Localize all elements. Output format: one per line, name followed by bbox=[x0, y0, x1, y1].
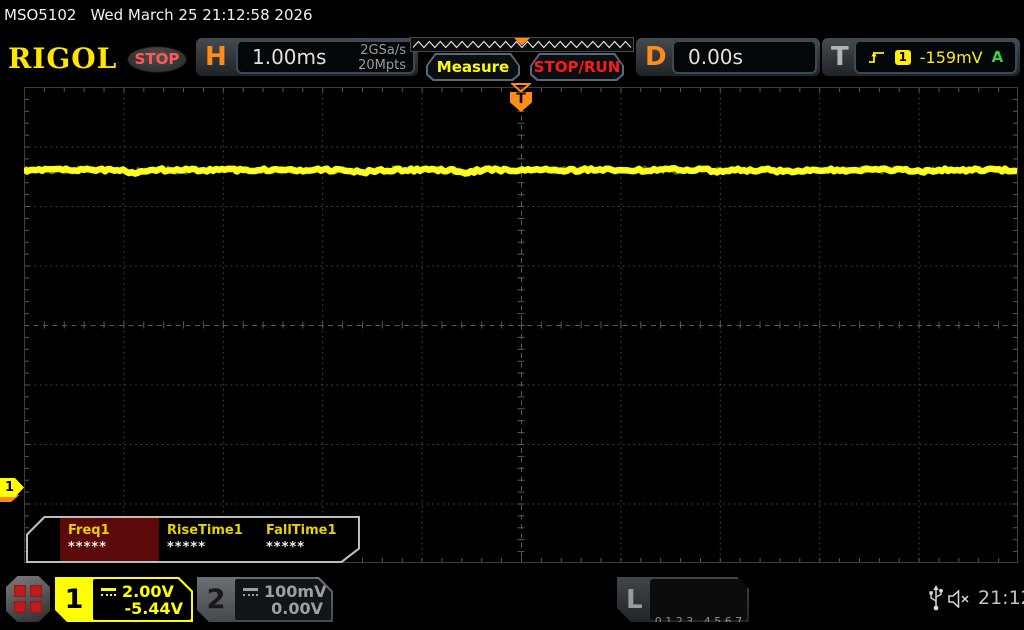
model-name: MSO5102 bbox=[4, 6, 77, 24]
datetime-text: Wed March 25 21:12:58 2026 bbox=[90, 6, 313, 24]
horizontal-label: H bbox=[205, 42, 227, 72]
delay-value: 0.00s bbox=[688, 45, 743, 69]
logic-analyzer-block[interactable]: L 0 1 2 3 4 5 6 7 8 9 10 11 12 13 14 15 bbox=[617, 577, 749, 622]
channel1-offset: -5.44V bbox=[124, 599, 183, 618]
trigger-block[interactable]: T 1 -159mV A bbox=[822, 38, 1020, 76]
logic-label: L bbox=[626, 584, 643, 615]
rigol-logo: RIGOL bbox=[8, 42, 118, 75]
dc-coupling-icon bbox=[243, 588, 258, 596]
measurement-value: ***** bbox=[266, 540, 305, 555]
measurement-panel-inner: Freq1 ***** RiseTime1 ***** FallTime1 **… bbox=[28, 518, 358, 561]
measurement-panel: Freq1 ***** RiseTime1 ***** FallTime1 **… bbox=[26, 516, 360, 563]
oscilloscope-screen: MSO5102 Wed March 25 21:12:58 2026 RIGOL … bbox=[0, 0, 1024, 630]
trigger-sweep-mode: A bbox=[991, 48, 1004, 66]
clock: 21:12 bbox=[978, 587, 1024, 609]
measurement-label: FallTime1 bbox=[266, 523, 337, 538]
channel2-panel: 100mV 0.00V bbox=[235, 579, 331, 620]
sample-rate: 2GSa/s bbox=[360, 43, 406, 58]
logic-channels-panel: 0 1 2 3 4 5 6 7 8 9 10 11 12 13 14 15 bbox=[650, 579, 747, 620]
trigger-level-value: -159mV bbox=[919, 47, 983, 67]
channel1-panel: 2.00V -5.44V bbox=[93, 579, 191, 620]
trigger-source-badge: 1 bbox=[894, 49, 911, 65]
horizontal-settings-block[interactable]: H 1.00ms 2GSa/s 20Mpts bbox=[196, 38, 418, 76]
measurement-value: ***** bbox=[68, 540, 107, 555]
delay-label: D bbox=[645, 42, 667, 72]
stop-run-button-label: STOP/RUN bbox=[532, 55, 622, 79]
grid-menu-icon bbox=[13, 584, 43, 614]
channel2-offset: 0.00V bbox=[271, 599, 323, 618]
usb-icon bbox=[929, 585, 943, 611]
timebase-value: 1.00ms bbox=[252, 45, 327, 69]
channel1-block[interactable]: 1 2.00V -5.44V bbox=[55, 577, 193, 622]
measurement-label: Freq1 bbox=[68, 523, 110, 538]
channel1-zero-marker[interactable]: 1 bbox=[0, 478, 24, 497]
dc-coupling-icon bbox=[101, 588, 116, 596]
run-state-indicator: STOP bbox=[127, 46, 187, 73]
memory-depth: 20Mpts bbox=[358, 58, 406, 73]
logic-row-0-7: 0 1 2 3 4 5 6 7 bbox=[654, 615, 743, 628]
channel2-block[interactable]: 2 100mV 0.00V bbox=[197, 577, 333, 622]
delay-panel: 0.00s bbox=[672, 40, 817, 74]
measure-button-label: Measure bbox=[428, 55, 518, 79]
measurement-item-risetime1[interactable]: RiseTime1 ***** bbox=[159, 518, 258, 561]
measurement-item-falltime1[interactable]: FallTime1 ***** bbox=[258, 518, 357, 561]
menu-button[interactable] bbox=[6, 576, 50, 622]
horizontal-panel: 1.00ms 2GSa/s 20Mpts bbox=[236, 40, 415, 74]
channel1-trace bbox=[24, 164, 1018, 177]
channel1-number: 1 bbox=[64, 584, 84, 615]
trigger-panel: 1 -159mV A bbox=[854, 40, 1017, 74]
measurement-value: ***** bbox=[167, 540, 206, 555]
trigger-label: T bbox=[831, 42, 849, 72]
memory-position-bar bbox=[410, 37, 634, 52]
speaker-muted-icon bbox=[948, 590, 969, 608]
measurement-item-freq1[interactable]: Freq1 ***** bbox=[60, 518, 159, 561]
stop-run-button[interactable]: STOP/RUN bbox=[530, 53, 624, 81]
trigger-position-icon bbox=[511, 83, 531, 93]
delay-block[interactable]: D 0.00s bbox=[636, 38, 820, 76]
acquisition-info: 2GSa/s 20Mpts bbox=[358, 43, 406, 73]
measurement-label: RiseTime1 bbox=[167, 523, 243, 538]
measure-button[interactable]: Measure bbox=[426, 53, 520, 81]
rising-edge-icon bbox=[868, 51, 884, 63]
channel2-number: 2 bbox=[206, 584, 226, 615]
memory-waveform-icon bbox=[412, 38, 632, 49]
titlebar: MSO5102 Wed March 25 21:12:58 2026 bbox=[4, 6, 313, 24]
graticule bbox=[24, 87, 1018, 563]
